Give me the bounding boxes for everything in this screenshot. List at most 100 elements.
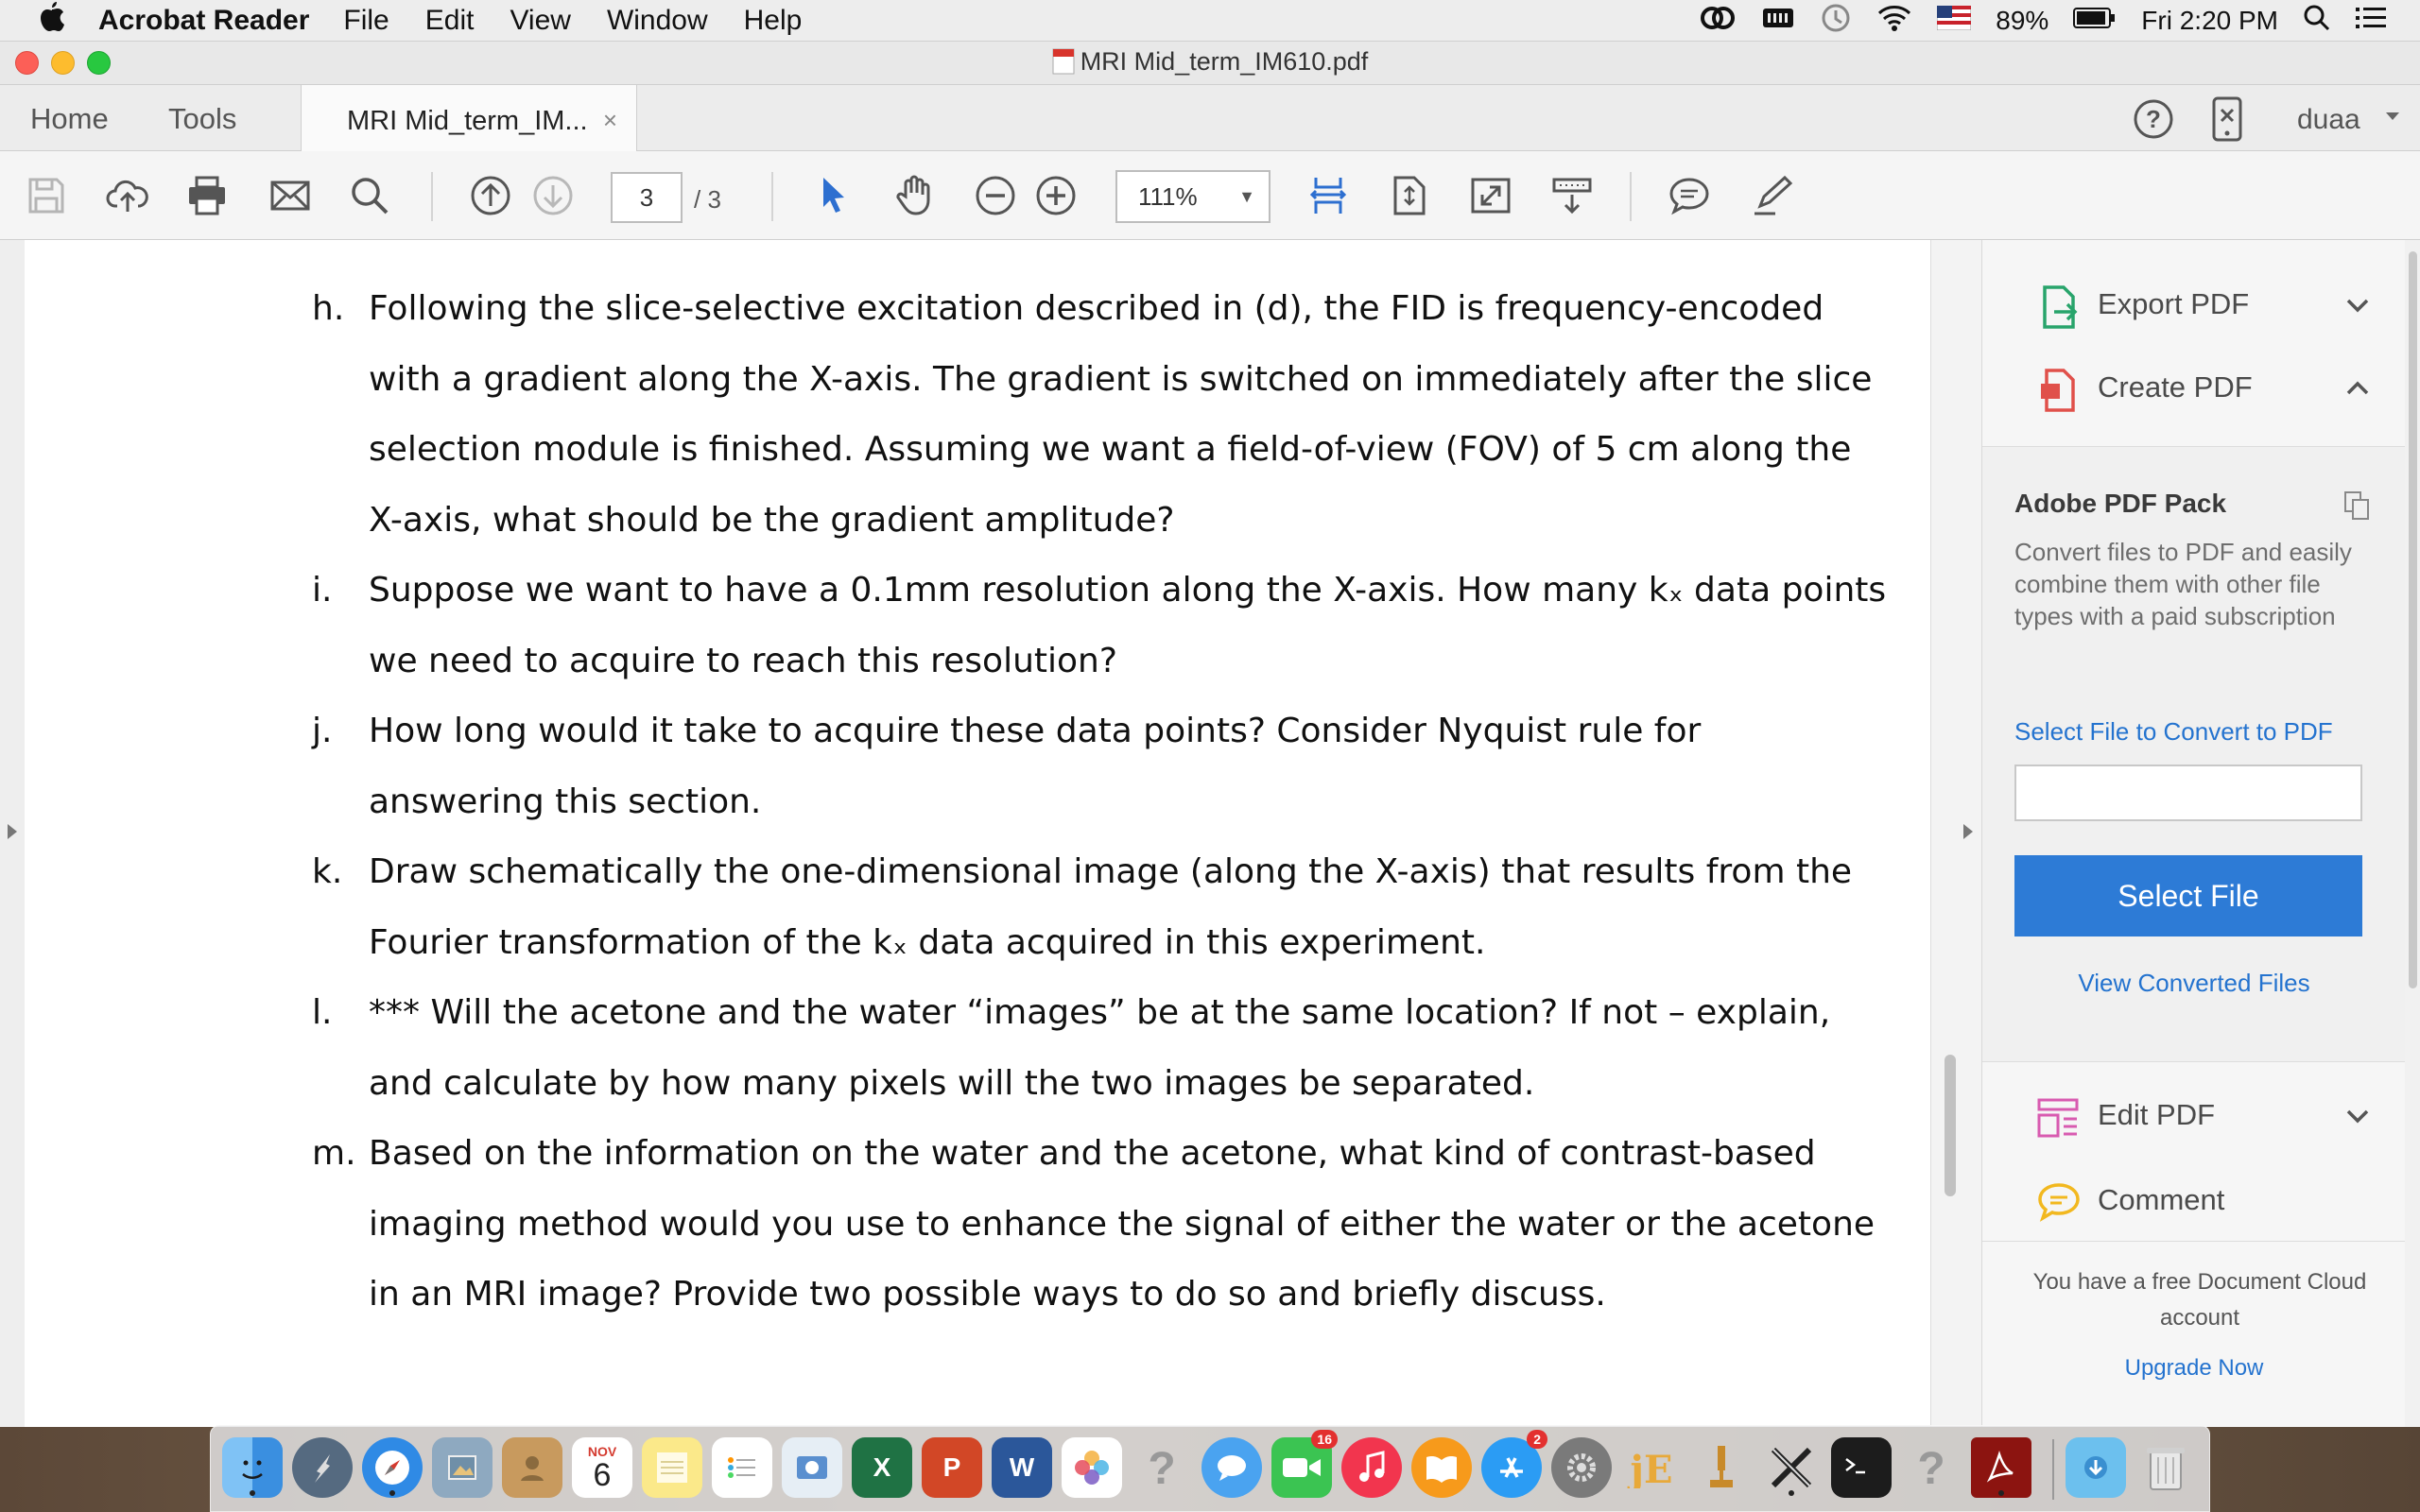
upgrade-now-link[interactable]: Upgrade Now: [1982, 1355, 2406, 1382]
question-label: m.: [312, 1134, 356, 1173]
acrobat-reader-icon[interactable]: [1971, 1437, 2031, 1498]
question-line: Based on the information on the water an…: [369, 1134, 1816, 1173]
notification-center-icon[interactable]: [2356, 6, 2386, 37]
previous-page-icon[interactable]: [467, 172, 514, 219]
tab-tools[interactable]: Tools: [168, 102, 236, 136]
next-page-icon[interactable]: [529, 172, 577, 219]
document-scrollbar[interactable]: [1930, 240, 1981, 1427]
trash-icon[interactable]: [2135, 1437, 2196, 1498]
chevron-down-icon: ▼: [1238, 187, 1255, 206]
menu-file[interactable]: File: [343, 5, 389, 37]
system-preferences-icon[interactable]: [1551, 1437, 1612, 1498]
scrollbar-thumb[interactable]: [1945, 1055, 1956, 1196]
scrollbar-thumb[interactable]: [2409, 251, 2417, 988]
select-cursor-icon[interactable]: [809, 172, 856, 219]
user-menu[interactable]: duaa: [2297, 104, 2360, 136]
x11-icon[interactable]: [1761, 1437, 1822, 1498]
file-path-field[interactable]: [2014, 765, 2362, 821]
jedit-icon[interactable]: jE: [1621, 1437, 1682, 1498]
email-icon[interactable]: [267, 172, 314, 219]
mobile-link-icon[interactable]: [2210, 96, 2244, 146]
svg-text:jE: jE: [1628, 1448, 1673, 1488]
missing-app-icon[interactable]: ?: [1901, 1437, 1962, 1498]
chevron-down-icon[interactable]: [2384, 110, 2401, 128]
creative-cloud-icon[interactable]: [1699, 4, 1737, 39]
tool-edit-pdf[interactable]: Edit PDF: [1982, 1081, 2406, 1157]
fit-width-icon[interactable]: [1305, 172, 1352, 219]
tab-close-icon[interactable]: ×: [603, 106, 617, 135]
pack-title: Adobe PDF Pack: [2014, 489, 2227, 518]
chevron-down-icon[interactable]: [2343, 291, 2372, 319]
pdf-file-icon: [1052, 48, 1075, 75]
excel-icon[interactable]: X: [852, 1437, 912, 1498]
comment-icon[interactable]: [1666, 172, 1713, 219]
scroll-mode-icon[interactable]: [1548, 172, 1596, 219]
tab-home[interactable]: Home: [30, 102, 109, 136]
missing-app-icon[interactable]: ?: [1132, 1437, 1192, 1498]
full-screen-icon[interactable]: [1467, 172, 1514, 219]
notes-icon[interactable]: [642, 1437, 702, 1498]
left-panel-toggle[interactable]: [0, 240, 25, 1427]
photos-icon[interactable]: [1062, 1437, 1122, 1498]
zoom-in-icon[interactable]: [1032, 172, 1080, 219]
word-icon[interactable]: W: [992, 1437, 1052, 1498]
tool-export-pdf[interactable]: Export PDF: [1982, 270, 2406, 346]
tool-create-pdf[interactable]: Create PDF: [1982, 353, 2406, 429]
ibooks-icon[interactable]: [1411, 1437, 1472, 1498]
apple-menu-icon[interactable]: [38, 0, 66, 41]
collapse-right-panel-icon[interactable]: [1962, 822, 1975, 841]
menu-extra-icon[interactable]: [1761, 5, 1795, 38]
fit-page-icon[interactable]: [1386, 172, 1433, 219]
preview-icon[interactable]: [432, 1437, 493, 1498]
microscope-app-icon[interactable]: [1691, 1437, 1752, 1498]
facetime-icon[interactable]: 16: [1271, 1430, 1338, 1498]
clock[interactable]: Fri 2:20 PM: [2141, 6, 2278, 36]
photo-booth-icon[interactable]: [782, 1437, 842, 1498]
wifi-icon[interactable]: [1876, 4, 1912, 39]
view-converted-files-link[interactable]: View Converted Files: [1982, 969, 2406, 998]
document-viewer[interactable]: h. Following the slice-selective excitati…: [0, 240, 1930, 1427]
launchpad-icon[interactable]: [292, 1437, 353, 1498]
chevron-down-icon[interactable]: [2343, 1102, 2372, 1130]
menu-help[interactable]: Help: [744, 5, 803, 37]
tab-document[interactable]: MRI Mid_term_IM... ×: [301, 85, 637, 152]
zoom-level-select[interactable]: 111% ▼: [1115, 170, 1270, 223]
select-file-button[interactable]: Select File: [2014, 855, 2362, 936]
cloud-upload-icon[interactable]: [104, 172, 151, 219]
hand-tool-icon[interactable]: [890, 172, 938, 219]
question-line: we need to acquire to reach this resolut…: [369, 641, 1117, 680]
messages-icon[interactable]: [1201, 1437, 1262, 1498]
safari-icon[interactable]: [362, 1437, 423, 1498]
select-file-label[interactable]: Select File to Convert to PDF: [2014, 717, 2333, 747]
menu-view[interactable]: View: [510, 5, 570, 37]
tool-comment[interactable]: Comment: [1982, 1166, 2406, 1242]
contacts-icon[interactable]: [502, 1437, 562, 1498]
app-store-icon[interactable]: 2: [1481, 1430, 1547, 1498]
facetime-badge: 16: [1311, 1430, 1338, 1449]
calendar-icon[interactable]: NOV 6: [572, 1437, 632, 1498]
flag-icon[interactable]: [1936, 5, 1972, 37]
tools-pane-scrollbar[interactable]: [2405, 240, 2420, 1427]
running-indicator: [250, 1490, 255, 1496]
terminal-icon[interactable]: [1831, 1437, 1892, 1498]
tab-bar: Home Tools MRI Mid_term_IM... × ? duaa: [0, 85, 2420, 152]
reminders-icon[interactable]: [712, 1437, 772, 1498]
help-icon[interactable]: ?: [2133, 98, 2174, 145]
chevron-up-icon[interactable]: [2343, 374, 2372, 403]
save-icon[interactable]: [23, 172, 70, 219]
zoom-out-icon[interactable]: [972, 172, 1019, 219]
itunes-icon[interactable]: [1341, 1437, 1402, 1498]
menu-window[interactable]: Window: [607, 5, 708, 37]
search-icon[interactable]: [346, 172, 393, 219]
downloads-folder-icon[interactable]: [2066, 1437, 2126, 1498]
menu-edit[interactable]: Edit: [425, 5, 475, 37]
time-machine-icon[interactable]: [1820, 2, 1852, 41]
finder-icon[interactable]: [222, 1437, 283, 1498]
app-name-menu[interactable]: Acrobat Reader: [98, 5, 309, 37]
powerpoint-icon[interactable]: P: [922, 1437, 982, 1498]
print-icon[interactable]: [183, 172, 231, 219]
page-number-input[interactable]: 3: [611, 172, 683, 223]
spotlight-search-icon[interactable]: [2303, 4, 2331, 39]
battery-icon[interactable]: [2073, 6, 2117, 36]
draw-pen-icon[interactable]: [1749, 172, 1796, 219]
